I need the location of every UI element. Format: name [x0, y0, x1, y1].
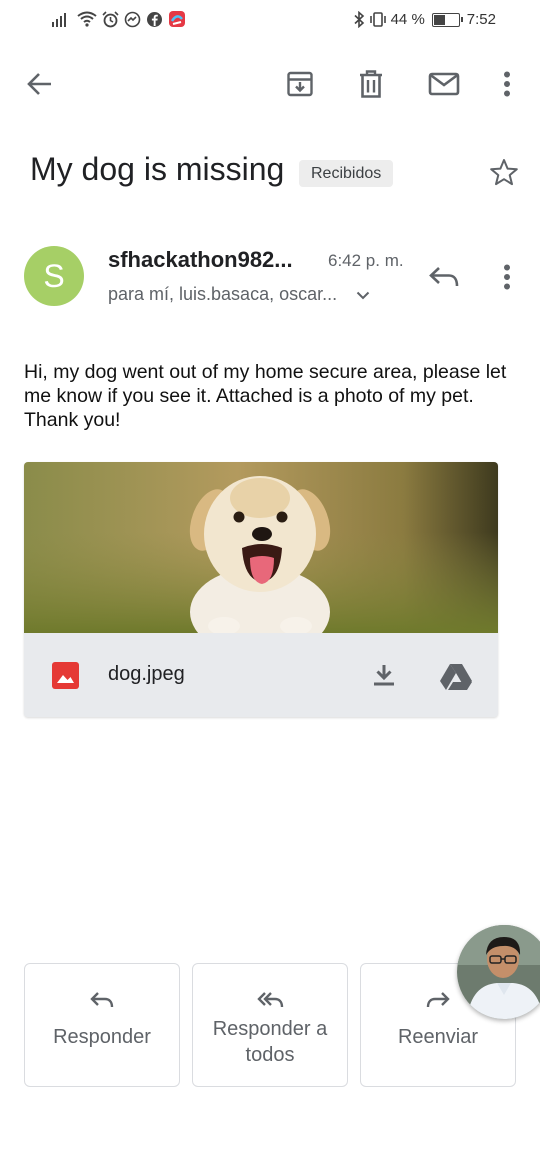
profile-photo [457, 925, 540, 1019]
messenger-icon [124, 11, 141, 27]
forward-label: Reenviar [397, 1026, 479, 1048]
wifi-icon [77, 11, 97, 27]
forward-icon [426, 992, 450, 1008]
status-left-icons [52, 10, 186, 28]
reply-icon [429, 267, 459, 287]
archive-icon [287, 71, 313, 97]
account-avatar[interactable] [457, 925, 540, 1019]
facebook-icon [147, 11, 162, 27]
back-button[interactable] [16, 60, 64, 108]
email-time: 6:42 p. m. [328, 251, 404, 270]
more-vert-icon [504, 71, 510, 97]
back-arrow-icon [27, 73, 51, 95]
message-more-button[interactable] [483, 253, 531, 301]
delete-icon [360, 70, 382, 98]
signal-icon [52, 13, 66, 27]
app-notification-icon [169, 11, 185, 27]
vibrate-icon [369, 12, 386, 27]
star-icon [490, 159, 518, 186]
more-vert-icon [504, 264, 510, 290]
recipients-summary[interactable]: para mí, luis.basaca, oscar... [108, 284, 370, 305]
image-file-icon [52, 662, 79, 689]
alarm-icon [102, 10, 119, 27]
email-subject: My dog is missing [30, 151, 285, 187]
inbox-label-chip[interactable]: Recibidos [299, 160, 394, 187]
reply-quick-button[interactable] [420, 253, 468, 301]
status-bar: 44 % 7:52 [0, 0, 540, 42]
reply-all-icon [257, 992, 284, 1008]
attachment-filename: dog.jpeg [108, 663, 185, 685]
reply-all-button[interactable]: Responder a todos [192, 963, 348, 1087]
reply-button[interactable]: Responder [24, 963, 180, 1087]
chevron-down-icon[interactable] [356, 291, 370, 300]
attachment-card[interactable]: dog.jpeg [24, 462, 498, 717]
bluetooth-icon [354, 11, 364, 28]
delete-button[interactable] [347, 60, 395, 108]
star-button[interactable] [480, 148, 528, 196]
recipients-text: para mí, luis.basaca, oscar... [108, 284, 338, 304]
sender-name[interactable]: sfhackathon982... [108, 247, 293, 273]
email-body: Hi, my dog went out of my home secure ar… [24, 361, 507, 431]
more-options-button[interactable] [483, 60, 531, 108]
battery-percent: 44 % [390, 11, 425, 28]
clock: 7:52 [466, 11, 496, 28]
reply-label: Responder [53, 1026, 151, 1048]
status-right-icons: 44 % 7:52 [354, 11, 496, 28]
mail-icon [428, 72, 460, 96]
archive-button[interactable] [276, 60, 324, 108]
save-to-drive-icon[interactable] [439, 663, 473, 691]
download-icon[interactable] [372, 663, 396, 687]
sender-avatar[interactable]: S [24, 246, 84, 306]
attachment-info-bar: dog.jpeg [24, 633, 498, 717]
reply-icon [90, 992, 114, 1008]
reply-all-label: Responder a todos [212, 1018, 328, 1066]
battery-icon [431, 12, 463, 27]
dog-photo-thumbnail[interactable] [24, 462, 498, 633]
mark-unread-button[interactable] [420, 60, 468, 108]
